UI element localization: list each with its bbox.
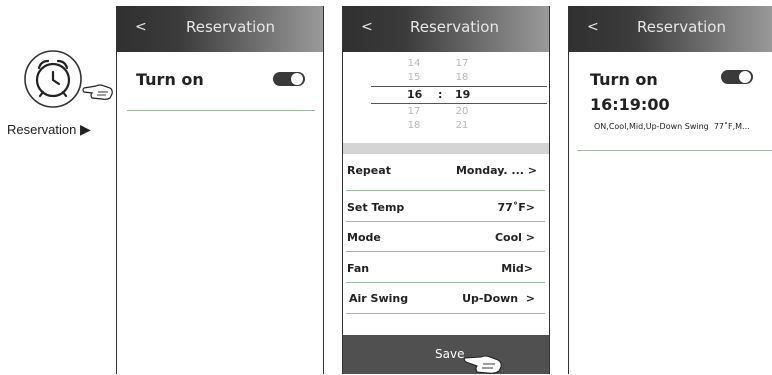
turn-on-toggle[interactable] (273, 72, 305, 86)
setting-row-set-temp[interactable]: Set Temp 77˚F> (343, 191, 549, 221)
minute-option[interactable]: 21 (447, 120, 477, 131)
screen-reservation-summary: < Reservation Turn on 16:19:00 ON,Cool,M… (568, 6, 772, 374)
minute-option[interactable]: 20 (447, 106, 477, 117)
hour-selected[interactable]: 16 (407, 88, 422, 101)
screen3-title: Reservation (637, 18, 726, 36)
turn-on-label: Turn on (590, 70, 658, 89)
save-label: Save (435, 347, 465, 361)
divider (346, 313, 545, 314)
hour-option[interactable]: 17 (399, 106, 429, 117)
reservation-caption-text: Reservation (7, 122, 77, 137)
setting-row-fan[interactable]: Fan Mid> (343, 252, 549, 282)
pointing-hand-icon (82, 84, 113, 100)
toggle-knob (739, 71, 751, 83)
minute-selected[interactable]: 19 (455, 88, 470, 101)
set-temp-value: 77˚F> (497, 201, 535, 214)
screen2-header: < Reservation (343, 6, 549, 52)
picker-selection-line-bottom (371, 103, 547, 104)
repeat-value: Monday. ... > (455, 164, 537, 177)
setting-row-air-swing[interactable]: Air Swing Up-Down > (343, 283, 549, 313)
reservation-caption: Reservation ▶ (7, 121, 91, 138)
air-swing-label: Air Swing (349, 292, 409, 305)
fan-value: Mid> (501, 262, 533, 275)
mode-value: Cool > (494, 231, 535, 244)
play-arrow-icon: ▶ (80, 121, 91, 137)
minute-option[interactable]: 18 (447, 72, 477, 83)
reservation-time: 16:19:00 (590, 95, 670, 114)
repeat-label: Repeat (347, 164, 391, 177)
hour-option[interactable]: 15 (399, 72, 429, 83)
hour-option[interactable]: 14 (399, 58, 429, 69)
screen2-title: Reservation (410, 18, 499, 36)
screen3-header: < Reservation (569, 6, 772, 52)
setting-row-repeat[interactable]: Repeat Monday. ... > (343, 154, 549, 185)
picker-selection-line-top (371, 86, 547, 87)
minute-option[interactable]: 17 (447, 58, 477, 69)
turn-on-label: Turn on (136, 70, 204, 89)
screen-reservation-toggle: < Reservation Turn on (116, 6, 324, 374)
divider (127, 110, 315, 111)
toggle-knob (291, 73, 303, 85)
back-button[interactable]: < (587, 19, 599, 35)
back-button[interactable]: < (135, 19, 147, 35)
mode-label: Mode (347, 231, 381, 244)
turn-on-toggle[interactable] (721, 70, 753, 84)
picker-separator-bar (343, 143, 549, 154)
air-swing-value: Up-Down > (462, 292, 535, 305)
time-picker[interactable]: 14 15 17 18 16 : 19 17 18 20 21 (343, 52, 549, 144)
hour-option[interactable]: 18 (399, 120, 429, 131)
screen-reservation-edit: < Reservation 14 15 17 18 16 : 19 17 18 … (342, 6, 550, 374)
pointing-hand-icon (463, 355, 502, 374)
reservation-summary: ON,Cool,Mid,Up-Down Swing 77˚F,M... (594, 122, 750, 131)
setting-row-mode[interactable]: Mode Cool > (343, 222, 549, 252)
save-button[interactable]: Save (343, 335, 549, 374)
time-separator: : (438, 88, 443, 101)
fan-label: Fan (347, 262, 370, 275)
screen1-header: < Reservation (117, 6, 323, 52)
back-button[interactable]: < (361, 19, 373, 35)
set-temp-label: Set Temp (347, 201, 405, 214)
screen1-title: Reservation (186, 18, 275, 36)
divider (577, 150, 772, 151)
